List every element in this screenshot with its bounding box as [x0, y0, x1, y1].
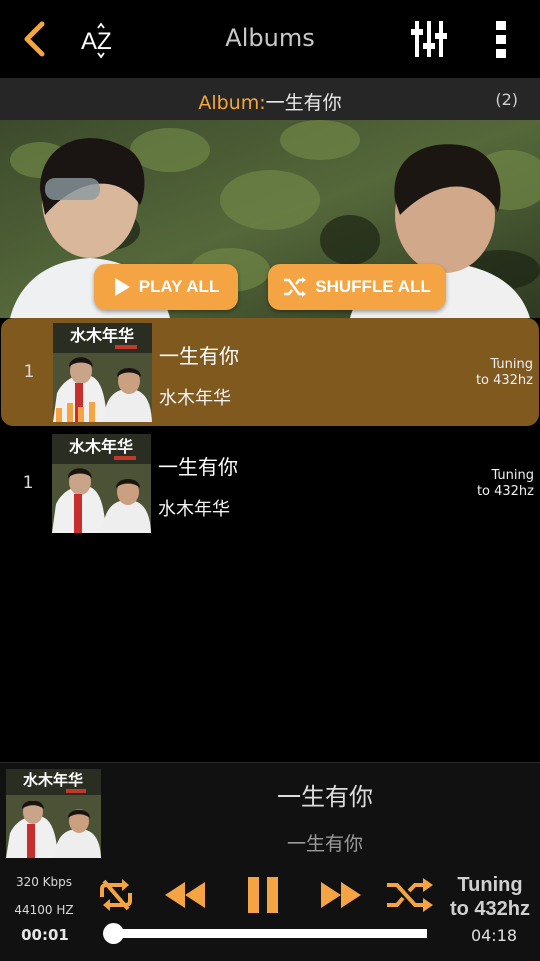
play-icon — [114, 278, 130, 296]
next-icon[interactable] — [316, 873, 366, 917]
track-number: 1 — [22, 473, 34, 493]
cover-title: 水木年华 — [69, 437, 133, 456]
more-vert-icon[interactable] — [484, 16, 518, 62]
page-title: Albums — [225, 24, 315, 52]
now-playing-artist: 一生有你 — [286, 833, 363, 855]
shuffle-all-label: SHUFFLE ALL — [315, 277, 431, 296]
track-cover: 水木年华 — [53, 323, 152, 422]
play-all-label: PLAY ALL — [138, 277, 220, 296]
play-all-button[interactable]: PLAY ALL — [94, 264, 238, 310]
now-playing-cover[interactable]: 水木年华 — [6, 769, 101, 858]
album-info-bar: Album:一生有你 (2) — [0, 78, 540, 120]
sample-rate-label: 44100 HZ — [14, 903, 74, 917]
track-tuning-label: Tuning to 432hz — [476, 468, 534, 499]
now-playing-title: 一生有你 — [277, 783, 373, 811]
tuning-432-toggle[interactable]: Tuning to 432hz — [440, 873, 540, 921]
track-title: 一生有你 — [159, 344, 239, 368]
pause-icon[interactable] — [238, 867, 288, 923]
playing-bars-icon — [56, 402, 95, 422]
cover-title: 水木年华 — [23, 771, 83, 789]
album-hero-image: PLAY ALL SHUFFLE ALL — [0, 120, 540, 318]
track-artist: 水木年华 — [158, 499, 230, 520]
shuffle-icon[interactable] — [384, 873, 436, 917]
track-row[interactable]: 1 水木年华 一生有你 水木年华 Tuning to 432hz — [0, 429, 540, 537]
seek-bar-track[interactable] — [114, 929, 427, 938]
track-number: 1 — [23, 362, 35, 382]
track-artist: 水木年华 — [159, 388, 231, 409]
shuffle-all-button[interactable]: SHUFFLE ALL — [268, 264, 446, 310]
previous-icon[interactable] — [160, 873, 210, 917]
repeat-icon[interactable] — [94, 873, 138, 917]
track-title: 一生有你 — [158, 455, 238, 479]
album-name: 一生有你 — [265, 92, 342, 114]
seek-bar-handle[interactable] — [103, 923, 124, 944]
track-duration: 04:18 — [470, 926, 518, 945]
equalizer-icon[interactable] — [404, 16, 454, 62]
track-cover: 水木年华 — [52, 434, 151, 533]
top-bar: AZ Albums — [0, 0, 540, 78]
shuffle-icon — [284, 277, 307, 297]
now-playing-bar: 水木年华 一生有你 一生有你 320 Kbps 44100 HZ 00:01 T… — [0, 762, 540, 961]
bitrate-label: 320 Kbps — [15, 875, 73, 889]
track-tuning-label: Tuning to 432hz — [475, 357, 533, 388]
album-label: Album: — [198, 92, 266, 114]
album-track-count: (2) — [495, 90, 518, 109]
track-row-active[interactable]: 1 水木年华 一生有你 水木年华 Tuning to 432hz — [1, 318, 539, 426]
elapsed-time: 00:01 — [21, 926, 69, 944]
